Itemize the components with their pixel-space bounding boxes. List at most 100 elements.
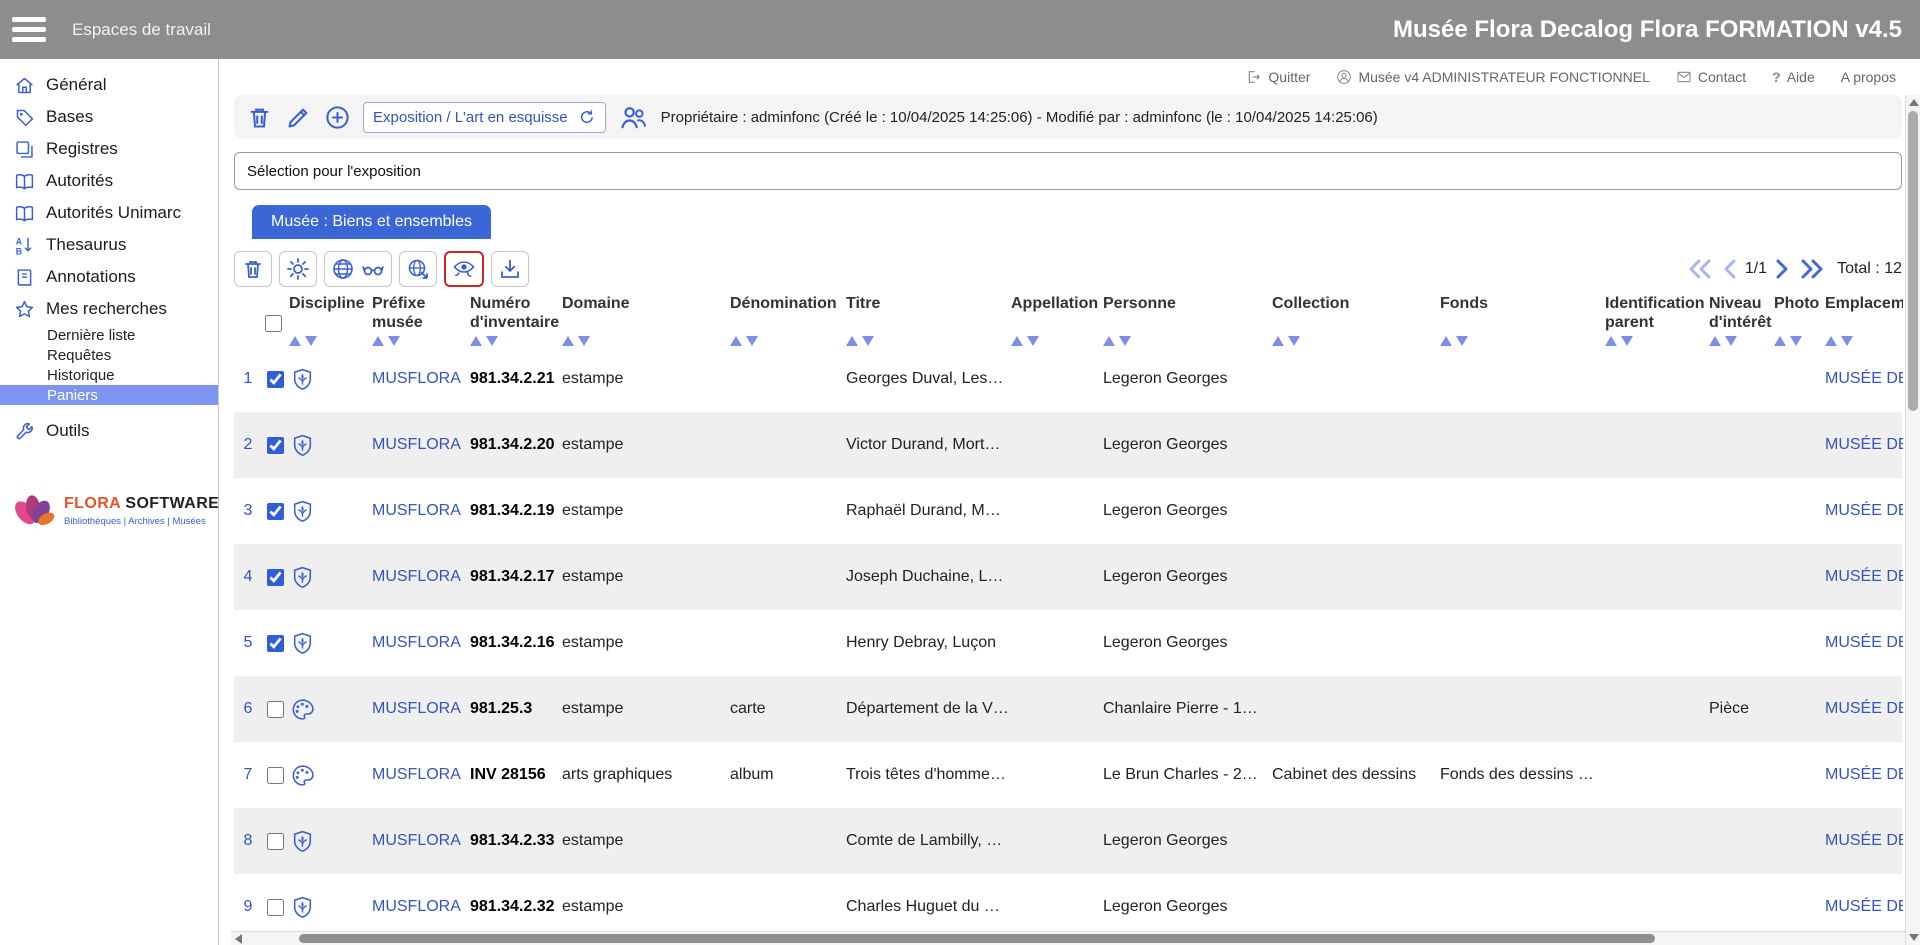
settings-button[interactable]: [279, 251, 317, 287]
row-checkbox[interactable]: [267, 437, 284, 454]
sidebar-subitem-requetes[interactable]: Requêtes: [0, 345, 218, 365]
sidebar-item-annotations[interactable]: Annotations: [0, 261, 218, 293]
sort-desc-icon[interactable]: [388, 336, 400, 346]
sidebar-subitem-paniers[interactable]: Paniers: [0, 385, 218, 405]
next-page-button[interactable]: [1775, 259, 1791, 279]
row-checkbox[interactable]: [267, 635, 284, 652]
sort-arrows-fonds[interactable]: [1440, 336, 1468, 346]
row-checkbox[interactable]: [267, 833, 284, 850]
sort-desc-icon[interactable]: [305, 336, 317, 346]
sort-desc-icon[interactable]: [578, 336, 590, 346]
emplacement-link[interactable]: MUSÉE DE: [1825, 808, 1903, 874]
horizontal-scrollbar[interactable]: [231, 931, 1905, 945]
sort-asc-icon[interactable]: [1774, 336, 1786, 346]
contact-link[interactable]: Contact: [1676, 69, 1746, 85]
row-number-link[interactable]: 1: [234, 346, 262, 412]
row-number-link[interactable]: 7: [234, 742, 262, 808]
prefix-link[interactable]: MUSFLORA: [372, 478, 470, 544]
scroll-left-icon[interactable]: [235, 934, 242, 944]
download-button[interactable]: [491, 251, 529, 287]
prefix-link[interactable]: MUSFLORA: [372, 610, 470, 676]
sidebar-item-autorites-unimarc[interactable]: Autorités Unimarc: [0, 197, 218, 229]
sort-arrows-appellation[interactable]: [1011, 336, 1039, 346]
sidebar-item-outils[interactable]: Outils: [0, 415, 218, 447]
basket-description-input[interactable]: [234, 152, 1902, 190]
shared-basket-icon[interactable]: [618, 102, 649, 133]
refresh-icon[interactable]: [578, 108, 596, 126]
sidebar-item-thesaurus[interactable]: AB Thesaurus: [0, 229, 218, 261]
prefix-link[interactable]: MUSFLORA: [372, 742, 470, 808]
sort-arrows-identification[interactable]: [1605, 336, 1633, 346]
quit-link[interactable]: Quitter: [1246, 69, 1310, 85]
sort-desc-icon[interactable]: [1288, 336, 1300, 346]
emplacement-link[interactable]: MUSÉE DE: [1825, 544, 1903, 610]
emplacement-link[interactable]: MUSÉE DE: [1825, 676, 1903, 742]
tab-musee-biens-et-ensembles[interactable]: Musée : Biens et ensembles: [252, 205, 491, 239]
sort-arrows-numero[interactable]: [470, 336, 498, 346]
edit-basket-button[interactable]: [285, 104, 312, 131]
globe-export-button[interactable]: [399, 251, 437, 287]
sort-desc-icon[interactable]: [862, 336, 874, 346]
basket-selector[interactable]: Exposition / L'art en esquisse: [363, 102, 606, 133]
sort-arrows-emplacement[interactable]: [1825, 336, 1853, 346]
sort-asc-icon[interactable]: [846, 336, 858, 346]
vertical-scrollbar[interactable]: [1905, 95, 1920, 945]
web-preview-button[interactable]: [324, 251, 392, 287]
row-checkbox[interactable]: [267, 899, 284, 916]
row-checkbox[interactable]: [267, 569, 284, 586]
emplacement-link[interactable]: MUSÉE DE: [1825, 478, 1903, 544]
row-number-link[interactable]: 2: [234, 412, 262, 478]
delete-basket-button[interactable]: [246, 104, 273, 131]
user-menu[interactable]: Musée v4 ADMINISTRATEUR FONCTIONNEL: [1336, 69, 1649, 85]
sidebar-item-registres[interactable]: Registres: [0, 133, 218, 165]
sort-asc-icon[interactable]: [372, 336, 384, 346]
row-checkbox[interactable]: [267, 767, 284, 784]
sort-asc-icon[interactable]: [1709, 336, 1721, 346]
sort-asc-icon[interactable]: [470, 336, 482, 346]
horizontal-scrollbar-thumb[interactable]: [299, 934, 1655, 943]
sort-desc-icon[interactable]: [1841, 336, 1853, 346]
row-number-link[interactable]: 5: [234, 610, 262, 676]
row-checkbox[interactable]: [267, 503, 284, 520]
add-basket-button[interactable]: [324, 104, 351, 131]
first-page-button[interactable]: [1687, 259, 1713, 279]
row-number-link[interactable]: 3: [234, 478, 262, 544]
delete-selection-button[interactable]: [234, 251, 272, 287]
sort-desc-icon[interactable]: [746, 336, 758, 346]
prefix-link[interactable]: MUSFLORA: [372, 676, 470, 742]
row-number-link[interactable]: 6: [234, 676, 262, 742]
sort-arrows-prefixe[interactable]: [372, 336, 400, 346]
emplacement-link[interactable]: MUSÉE DE: [1825, 412, 1903, 478]
about-link[interactable]: A propos: [1841, 69, 1896, 85]
sort-asc-icon[interactable]: [1440, 336, 1452, 346]
horus-eye-button[interactable]: [444, 251, 484, 287]
sidebar-subitem-historique[interactable]: Historique: [0, 365, 218, 385]
row-checkbox[interactable]: [267, 371, 284, 388]
vertical-scrollbar-thumb[interactable]: [1908, 111, 1918, 411]
sort-arrows-collection[interactable]: [1272, 336, 1300, 346]
prefix-link[interactable]: MUSFLORA: [372, 808, 470, 874]
sort-desc-icon[interactable]: [1119, 336, 1131, 346]
sidebar-item-bases[interactable]: Bases: [0, 101, 218, 133]
sidebar-item-general[interactable]: Général: [0, 69, 218, 101]
sort-asc-icon[interactable]: [1825, 336, 1837, 346]
row-number-link[interactable]: 8: [234, 808, 262, 874]
sort-asc-icon[interactable]: [289, 336, 301, 346]
emplacement-link[interactable]: MUSÉE DE: [1825, 610, 1903, 676]
select-all-checkbox[interactable]: [265, 315, 282, 332]
sort-asc-icon[interactable]: [562, 336, 574, 346]
sort-arrows-niveau[interactable]: [1709, 336, 1737, 346]
prefix-link[interactable]: MUSFLORA: [372, 544, 470, 610]
row-number-link[interactable]: 4: [234, 544, 262, 610]
sort-desc-icon[interactable]: [1621, 336, 1633, 346]
menu-icon[interactable]: [12, 17, 46, 42]
scroll-up-icon[interactable]: [1909, 99, 1919, 106]
previous-page-button[interactable]: [1721, 259, 1737, 279]
sort-desc-icon[interactable]: [486, 336, 498, 346]
sort-arrows-discipline[interactable]: [289, 336, 317, 346]
sort-desc-icon[interactable]: [1456, 336, 1468, 346]
sort-desc-icon[interactable]: [1725, 336, 1737, 346]
sort-asc-icon[interactable]: [1011, 336, 1023, 346]
emplacement-link[interactable]: MUSÉE DE: [1825, 742, 1903, 808]
sort-arrows-personne[interactable]: [1103, 336, 1131, 346]
